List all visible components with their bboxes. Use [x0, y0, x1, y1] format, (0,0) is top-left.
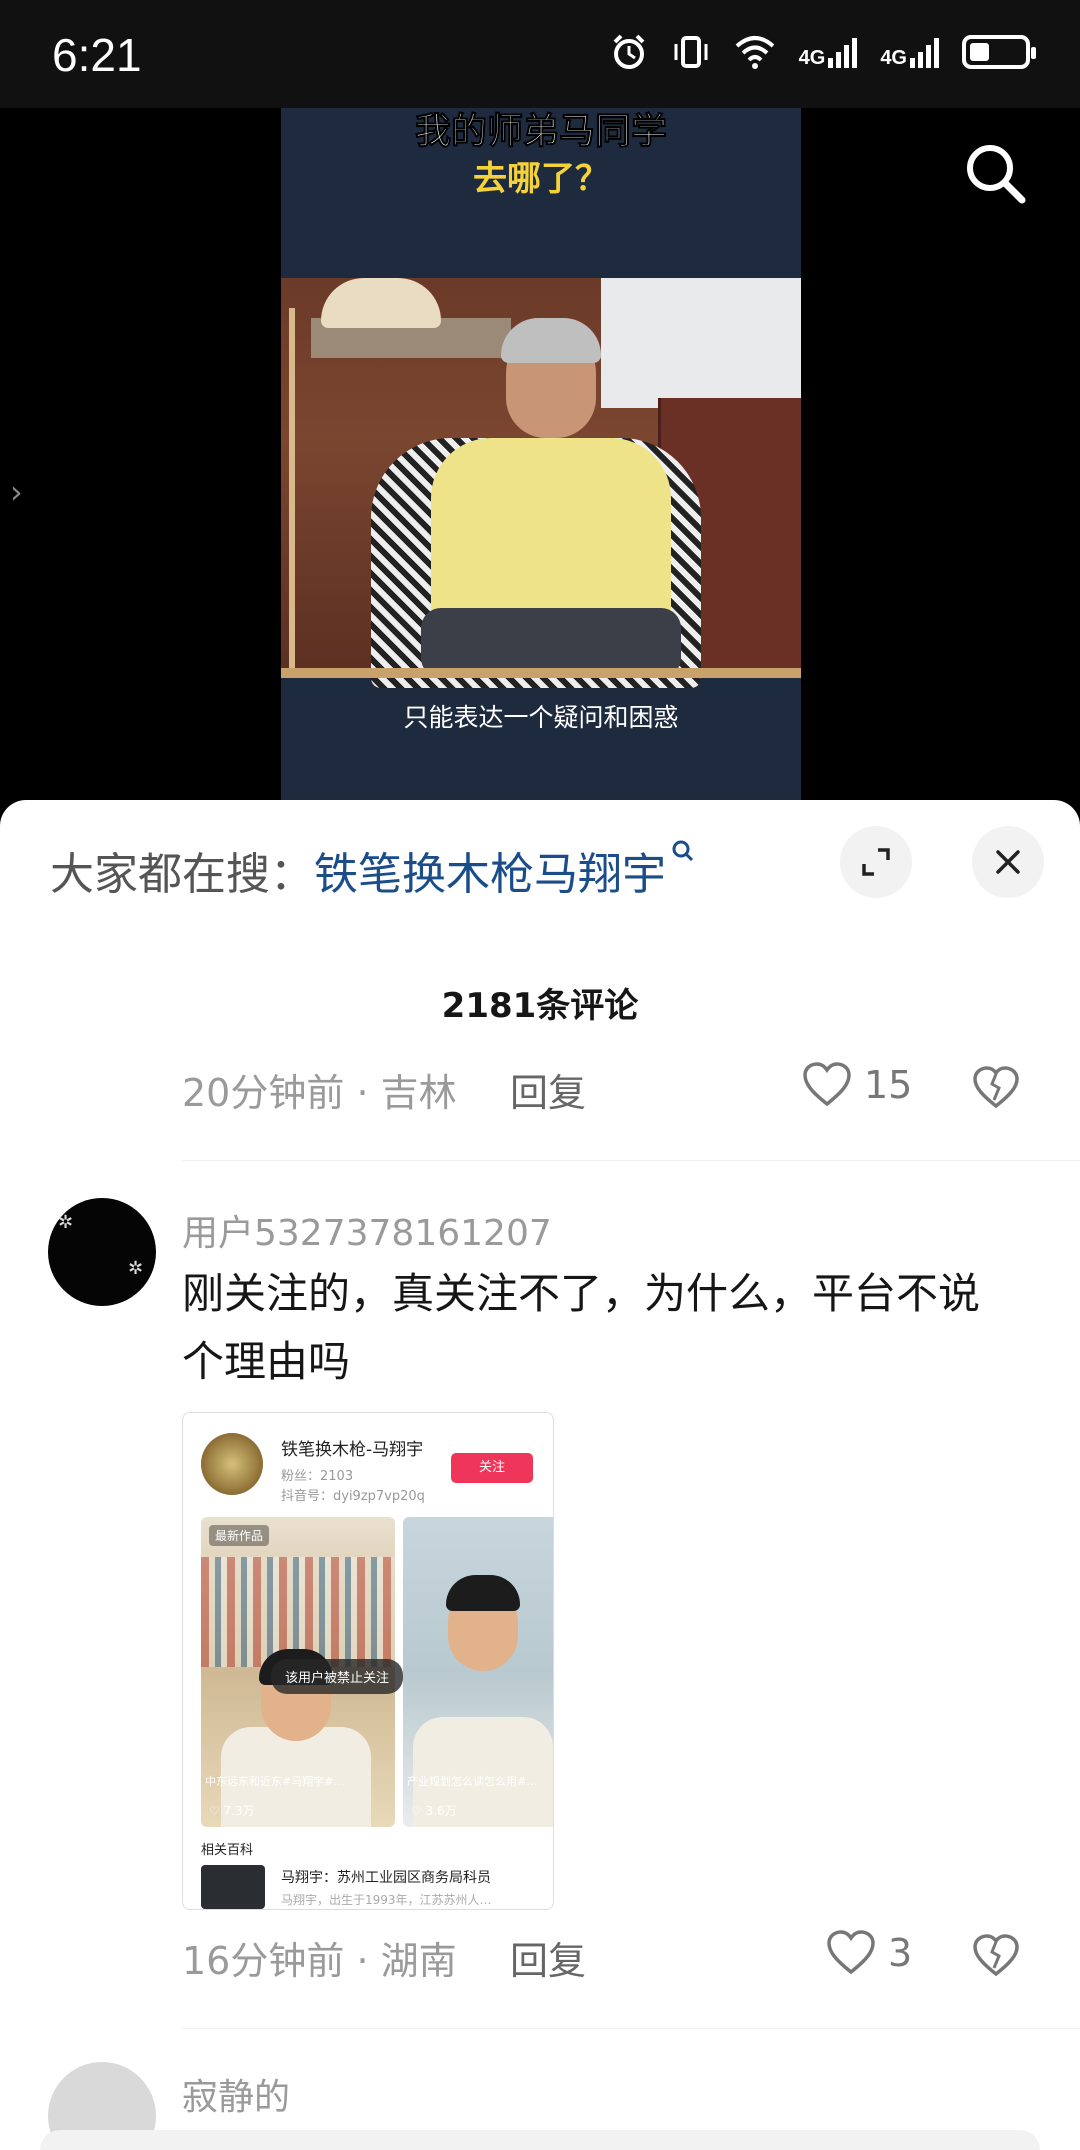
embed-video-likes: ♡ 7.3万: [209, 1804, 255, 1818]
chevron-right-icon[interactable]: ›: [10, 473, 23, 511]
scene-window: [601, 278, 801, 408]
signal-bars-icon: [828, 38, 858, 68]
embed-video-caption: 产业规划怎么读怎么用#…: [407, 1775, 538, 1788]
embed-person-hair: [446, 1575, 520, 1611]
embed-account-name: 铁笔换木枪-马翔宇: [281, 1440, 424, 1460]
comment-image[interactable]: 铁笔换木枪-马翔宇 粉丝：2103 抖音号：dyi9zp7vp20q 关注 最新…: [182, 1412, 554, 1910]
trending-search[interactable]: 大家都在搜：铁笔换木枪马翔宇: [50, 838, 696, 902]
comment-meta-row: 20分钟前 · 吉林 回复 15: [182, 1062, 1042, 1118]
comment-location: 吉林: [380, 1071, 457, 1115]
alarm-icon: [613, 34, 645, 69]
avatar-decoration: ✲: [128, 1258, 144, 1279]
trending-search-term[interactable]: 铁笔换木枪马翔宇: [314, 849, 666, 900]
avatar-decoration: ✲: [58, 1212, 74, 1233]
comment-username[interactable]: 寂静的: [182, 2068, 290, 2120]
status-bar: 6:21 4G 4G: [0, 0, 1080, 108]
comment-meta-row: 16分钟前 · 湖南 回复 3: [182, 1930, 1042, 1986]
embed-related-label: 相关百科: [201, 1843, 254, 1858]
vibrate-icon: [674, 36, 708, 68]
search-small-icon: [672, 840, 694, 862]
comment-text: 刚关注的，真关注不了，为什么，平台不说个理由吗: [182, 1269, 981, 1386]
scene-floor: [281, 668, 801, 678]
video-caption-line2: 去哪了？: [473, 159, 609, 199]
signal-1: 4G: [799, 36, 859, 68]
expand-button[interactable]: [840, 826, 912, 898]
heart-icon: [803, 1062, 851, 1107]
avatar[interactable]: ✲ ✲: [48, 1198, 156, 1306]
network-type-label: 4G: [798, 47, 826, 69]
battery-icon: [962, 35, 1036, 69]
trending-search-prefix: 大家都在搜：: [50, 849, 314, 900]
video-caption-top: 我的师弟马同学 去哪了？: [281, 108, 801, 202]
signal-bars-icon: [910, 38, 939, 68]
comment-time-location: 16分钟前 · 湖南: [182, 1939, 457, 1983]
close-button[interactable]: [972, 826, 1044, 898]
embed-video-thumb: 产业规划怎么读怎么用#… ♡ 3.6万: [403, 1517, 553, 1827]
reply-button[interactable]: 回复: [510, 1062, 586, 1117]
comment-username[interactable]: 用户5327378161207: [182, 1204, 552, 1256]
search-icon[interactable]: [960, 138, 1030, 208]
network-type-label: 4G: [880, 47, 907, 69]
comment-count: 2181条评论: [441, 986, 639, 1026]
battery-fill: [970, 43, 990, 61]
embed-related-title: 马翔宇：苏州工业园区商务局科员: [281, 1870, 491, 1886]
video-subtitle: 只能表达一个疑问和困惑: [403, 703, 679, 732]
scene-lamp: [321, 278, 441, 328]
embed-avatar: [201, 1433, 263, 1495]
like-count: 3: [888, 1931, 913, 1975]
divider: [182, 2028, 1080, 2029]
embed-follow-button: 关注: [451, 1453, 533, 1483]
comments-sheet: 大家都在搜：铁笔换木枪马翔宇 2181条评论 20分钟前 · 吉林 回复 15: [0, 800, 1080, 2150]
video-scene: [281, 278, 801, 688]
scene-lamp-pole: [289, 308, 295, 668]
heart-icon: [827, 1930, 875, 1975]
video-frame[interactable]: 我的师弟马同学 去哪了？ 只能表达一个疑问和困惑: [281, 108, 801, 808]
like-count: 15: [864, 1063, 913, 1107]
divider: [182, 1160, 1080, 1161]
embed-video-likes: ♡ 3.6万: [411, 1804, 457, 1818]
embed-fans: 粉丝：2103: [281, 1469, 354, 1484]
comment-time: 20分钟前: [182, 1071, 345, 1115]
scene-person-hair: [501, 318, 601, 363]
status-icons: 4G 4G: [609, 32, 1036, 72]
embed-toast: 该用户被禁止关注: [271, 1659, 404, 1694]
comment-time: 16分钟前: [182, 1939, 345, 1983]
embed-latest-label: 最新作品: [209, 1525, 270, 1546]
wifi-icon: [735, 36, 774, 69]
dislike-icon[interactable]: [972, 1934, 1020, 1978]
reply-button[interactable]: 回复: [510, 1930, 586, 1985]
video-player[interactable]: › 我的师弟马同学 去哪了？ 只能表达一个疑问和困惑: [0, 108, 1080, 808]
embed-related-thumb: [201, 1865, 265, 1909]
dislike-icon[interactable]: [972, 1066, 1020, 1110]
embed-douyin-id: 抖音号：dyi9zp7vp20q: [281, 1489, 425, 1504]
like-button[interactable]: 3: [826, 1930, 912, 1976]
embed-video-caption: 中东远东和近东#马翔宇#…: [205, 1775, 345, 1788]
signal-2: 4G: [880, 36, 940, 68]
comment-input-bar[interactable]: [40, 2130, 1040, 2150]
video-caption-line1: 我的师弟马同学: [414, 111, 667, 153]
comment-location: 湖南: [380, 1939, 457, 1983]
scene-person-body: [431, 438, 671, 628]
close-icon: [996, 850, 1020, 874]
status-time: 6:21: [52, 29, 142, 81]
embed-related-sub: 马翔宇，出生于1993年，江苏苏州人…: [281, 1893, 492, 1907]
expand-icon: [862, 848, 890, 876]
like-button[interactable]: 15: [802, 1062, 912, 1108]
comment-time-location: 20分钟前 · 吉林: [182, 1071, 457, 1115]
